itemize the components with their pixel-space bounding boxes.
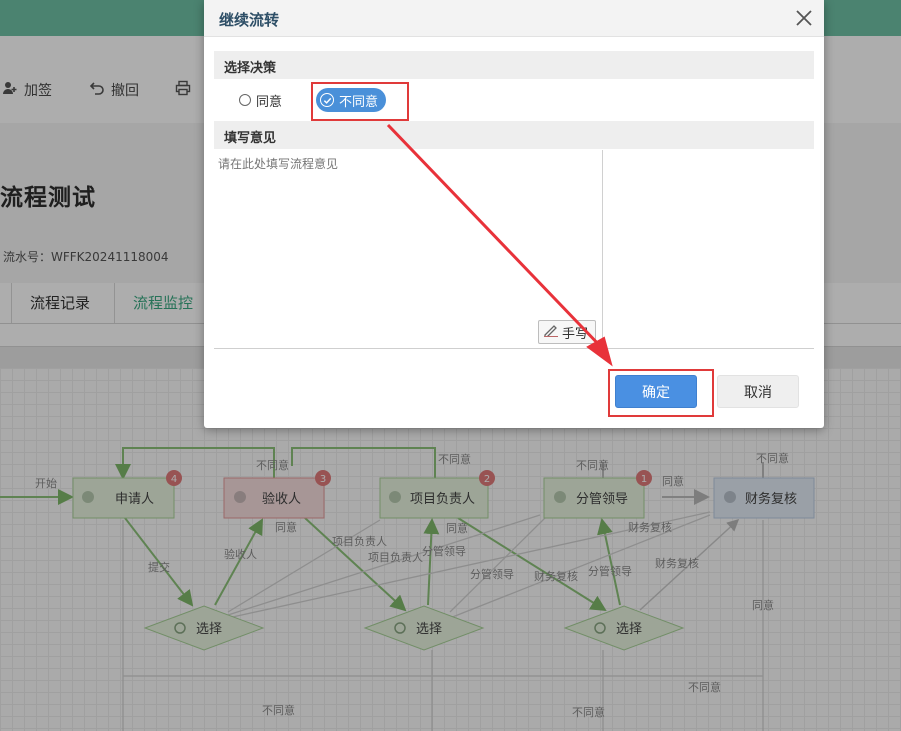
cancel-button[interactable]: 取消	[717, 375, 799, 408]
radio-agree[interactable]: 同意	[235, 88, 290, 112]
opinion-textarea[interactable]	[214, 150, 602, 346]
decision-section-header	[214, 51, 814, 79]
dialog-title: 继续流转	[219, 11, 280, 29]
opinion-section-header	[214, 121, 814, 149]
opinion-label: 填写意见	[224, 131, 277, 146]
handwrite-label: 手写	[562, 326, 589, 342]
pen-icon	[543, 323, 559, 341]
divider	[602, 150, 603, 348]
radio-circle-icon	[239, 94, 251, 106]
radio-agree-label: 同意	[256, 94, 283, 110]
divider	[214, 348, 814, 349]
highlight-box-disagree	[311, 82, 409, 121]
decision-label: 选择决策	[224, 61, 277, 76]
highlight-box-confirm	[608, 369, 714, 417]
close-icon[interactable]	[792, 6, 816, 30]
handwrite-button[interactable]: 手写	[538, 320, 596, 344]
dialog-header: 继续流转	[204, 0, 824, 37]
continue-flow-dialog: 继续流转 选择决策 同意 不同意 填写意见 手写 确定 取消	[204, 0, 824, 428]
